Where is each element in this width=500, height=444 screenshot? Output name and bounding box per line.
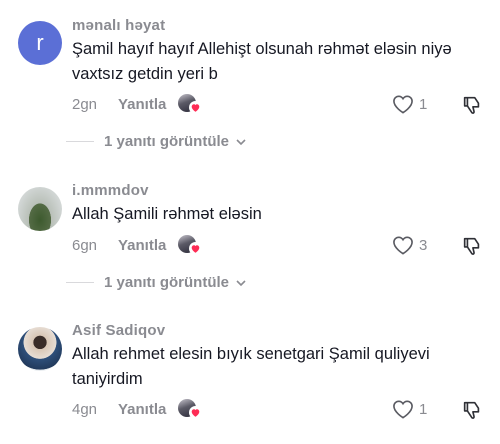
creator-liked-badge <box>178 93 203 115</box>
reply-button[interactable]: Yanıtla <box>118 401 166 418</box>
reply-button[interactable]: Yanıtla <box>118 237 166 254</box>
like-button[interactable]: 1 <box>392 399 427 419</box>
thumbs-down-icon[interactable] <box>461 399 483 421</box>
thumbs-down-icon[interactable] <box>461 94 483 116</box>
heart-outline-icon <box>393 236 413 255</box>
comment-username[interactable]: Asif Sadiqov <box>72 322 165 339</box>
view-replies-label: 1 yanıtı görüntüle <box>104 133 230 150</box>
comment-time: 6gn <box>72 236 98 254</box>
comment-text: Şamil hayıf hayıf Allehişt olsunah rəhmə… <box>72 40 452 83</box>
like-count: 1 <box>419 95 428 113</box>
comment-time: 4gn <box>72 400 98 418</box>
chevron-down-icon <box>236 279 246 286</box>
comment-meta: 6gn Yanıtla <box>72 233 500 257</box>
comment-item: r mənalı həyat Şamil hayıf hayıf Allehiş… <box>0 0 500 160</box>
comment-text: Allah rehmet elesin bıyık senetgari Şami… <box>72 345 430 388</box>
comment-meta: 2gn Yanıtla <box>72 92 500 116</box>
view-replies-button[interactable]: 1 yanıtı görüntüle <box>66 274 247 291</box>
view-replies-label: 1 yanıtı görüntüle <box>104 274 230 291</box>
comment-meta: 4gn Yanıtla <box>72 397 500 421</box>
avatar[interactable] <box>18 327 62 371</box>
like-button[interactable]: 1 <box>392 94 427 114</box>
divider <box>66 141 94 142</box>
avatar-letter: r <box>36 30 44 55</box>
like-button[interactable]: 3 <box>392 235 427 255</box>
chevron-down-icon <box>236 138 246 145</box>
like-count: 1 <box>419 400 428 418</box>
view-replies-button[interactable]: 1 yanıtı görüntüle <box>66 133 247 150</box>
creator-liked-heart-icon <box>189 242 203 255</box>
reply-button[interactable]: Yanıtla <box>118 96 166 113</box>
avatar[interactable]: r <box>18 21 62 65</box>
avatar[interactable] <box>18 187 62 231</box>
divider <box>66 282 94 283</box>
heart-outline-icon <box>393 400 413 419</box>
heart-outline-icon <box>393 95 413 114</box>
creator-liked-badge <box>178 234 203 256</box>
comment-text: Allah Şamili rəhmət eləsin <box>72 205 262 223</box>
thumbs-down-icon[interactable] <box>461 235 483 257</box>
creator-liked-heart-icon <box>189 406 203 419</box>
comment-username[interactable]: i.mmmdov <box>72 182 149 199</box>
creator-liked-badge <box>178 398 203 420</box>
comment-username[interactable]: mənalı həyat <box>72 17 165 34</box>
creator-liked-heart-icon <box>189 101 203 114</box>
like-count: 3 <box>419 236 428 254</box>
comment-item: Asif Sadiqov Allah rehmet elesin bıyık s… <box>0 312 500 444</box>
comment-item: i.mmmdov Allah Şamili rəhmət eləsin 6gn … <box>0 170 500 300</box>
comment-time: 2gn <box>72 95 98 113</box>
